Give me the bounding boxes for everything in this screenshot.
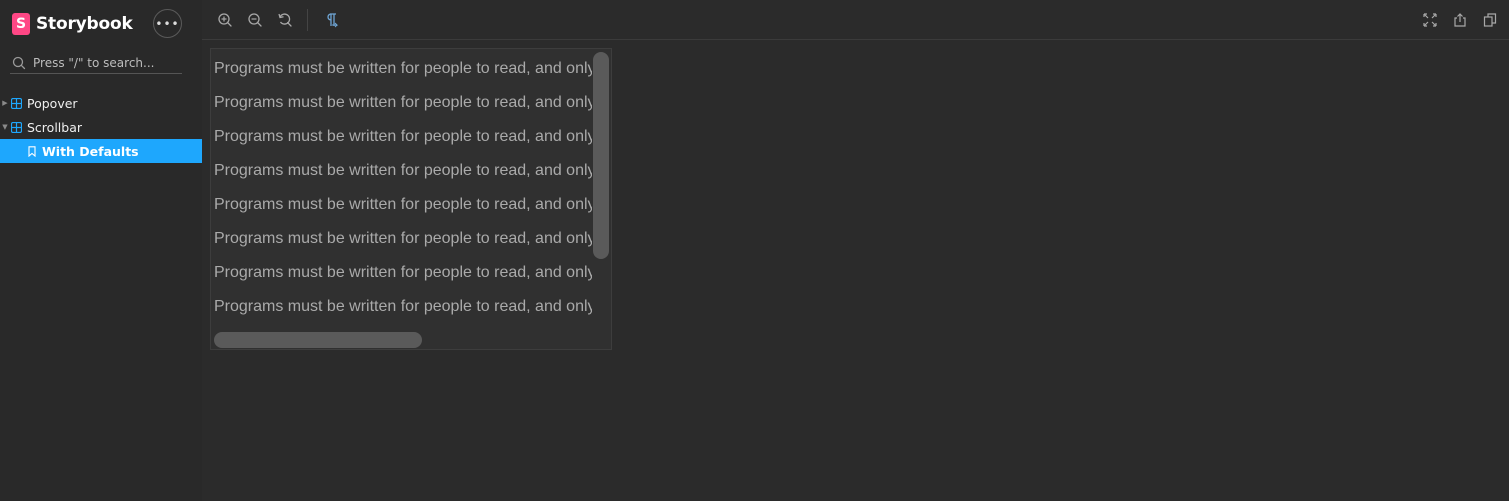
zoom-out-icon[interactable] [247,12,263,28]
content-line: Programs must be written for people to r… [214,94,592,111]
sidebar: S Storybook ••• Press "/" to search... ▶… [0,0,202,501]
horizontal-scrollbar-thumb[interactable] [214,332,422,348]
zoom-reset-icon[interactable] [277,12,293,28]
component-icon [11,97,22,109]
content-line: Programs must be written for people to r… [214,264,592,281]
sidebar-menu-button[interactable]: ••• [153,9,182,38]
sidebar-item-label: With Defaults [42,143,139,159]
sidebar-item-with-defaults[interactable]: With Defaults [0,139,202,163]
share-icon[interactable] [1452,12,1468,28]
component-icon [11,121,22,133]
fullscreen-icon[interactable] [1422,12,1438,28]
sidebar-item-scrollbar[interactable]: ▼ Scrollbar [0,115,202,139]
search-placeholder: Press "/" to search... [33,55,155,70]
chevron-down-icon: ▼ [2,123,8,131]
search-icon [12,56,26,69]
brand-title: Storybook [36,14,133,34]
sidebar-item-label: Scrollbar [27,119,82,135]
scrollbar-story-frame: Programs must be written for people to r… [210,48,612,350]
content-line: Programs must be written for people to r… [214,60,592,77]
vertical-scrollbar-thumb[interactable] [593,52,609,259]
sidebar-item-label: Popover [27,95,78,111]
storybook-logo-icon: S [12,13,30,35]
story-tree: ▶ Popover ▼ Scrollbar With Defaults [0,91,202,163]
zoom-in-icon[interactable] [217,12,233,28]
scroll-content: Programs must be written for people to r… [214,52,592,330]
search-input[interactable]: Press "/" to search... [10,52,182,74]
chevron-right-icon: ▶ [2,99,8,107]
content-line: Programs must be written for people to r… [214,162,592,179]
content-line: Programs must be written for people to r… [214,196,592,213]
copy-icon[interactable] [1482,12,1498,28]
sidebar-item-popover[interactable]: ▶ Popover [0,91,202,115]
toolbar [202,0,1509,40]
content-line: Programs must be written for people to r… [214,128,592,145]
brand[interactable]: S Storybook [12,13,133,35]
content-line: Programs must be written for people to r… [214,230,592,247]
content-line: Programs must be written for people to r… [214,298,592,315]
bookmark-icon [28,145,36,157]
toolbar-divider [307,9,308,31]
paragraph-icon[interactable] [323,12,339,28]
